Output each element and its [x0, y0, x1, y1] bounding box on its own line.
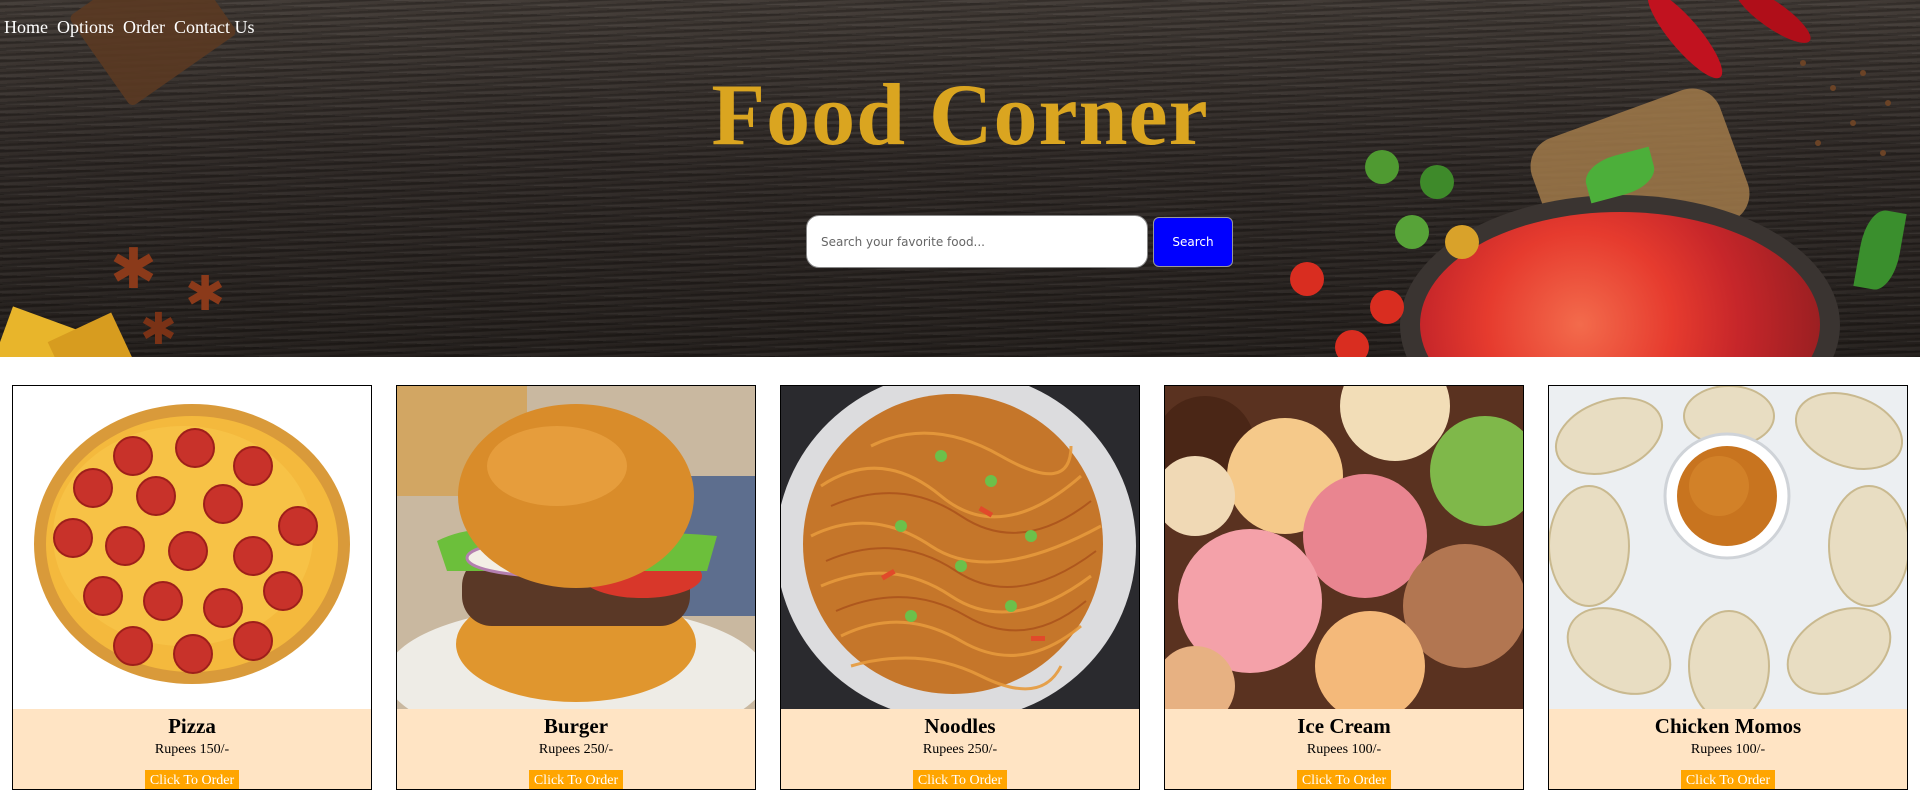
pizza-image [13, 386, 371, 709]
food-name: Chicken Momos [1654, 714, 1802, 738]
food-card-burger: Burger Rupees 250/- Click To Order [396, 385, 756, 790]
ice-cream-image [1165, 386, 1523, 709]
order-button[interactable]: Click To Order [1680, 770, 1776, 789]
momos-image [1549, 386, 1907, 709]
food-price: Rupees 100/- [1690, 742, 1766, 757]
order-button[interactable]: Click To Order [528, 770, 624, 789]
food-price: Rupees 250/- [922, 742, 998, 757]
food-name: Ice Cream [1297, 714, 1391, 738]
noodles-image [781, 386, 1139, 709]
tomato-decoration [1395, 215, 1429, 249]
burger-image [397, 386, 755, 709]
tomato-decoration [1420, 165, 1454, 199]
order-button[interactable]: Click To Order [144, 770, 240, 789]
food-name: Pizza [168, 714, 216, 738]
tomato-decoration [1370, 290, 1404, 324]
nav-options-link[interactable]: Options [57, 17, 114, 38]
food-price: Rupees 100/- [1306, 742, 1382, 757]
nav-home-link[interactable]: Home [4, 17, 48, 38]
food-price: Rupees 250/- [538, 742, 614, 757]
basil-leaf-decoration [1853, 207, 1907, 293]
card-info: Burger Rupees 250/- Click To Order [397, 709, 755, 789]
search-input[interactable] [806, 215, 1148, 268]
top-nav: Home Options Order Contact Us [4, 17, 255, 38]
star-anise-decoration: ✱ [185, 268, 226, 321]
food-name: Noodles [924, 714, 996, 738]
tomato-decoration [1445, 225, 1479, 259]
tomato-decoration [1290, 262, 1324, 296]
food-card-chicken-momos: Chicken Momos Rupees 100/- Click To Orde… [1548, 385, 1908, 790]
card-info: Noodles Rupees 250/- Click To Order [781, 709, 1139, 789]
star-anise-decoration: ✱ [140, 305, 177, 354]
card-info: Chicken Momos Rupees 100/- Click To Orde… [1549, 709, 1907, 789]
chili-decoration [1728, 0, 1818, 52]
star-anise-decoration: ✱ [110, 239, 157, 301]
site-title: Food Corner [711, 67, 1209, 164]
order-button[interactable]: Click To Order [1296, 770, 1392, 789]
tomato-decoration [1335, 330, 1369, 357]
search-button[interactable]: Search [1153, 217, 1233, 267]
card-info: Pizza Rupees 150/- Click To Order [13, 709, 371, 789]
cheese-decoration [47, 312, 133, 357]
nav-order-link[interactable]: Order [123, 17, 165, 38]
search-bar: Search [806, 215, 1233, 268]
card-info: Ice Cream Rupees 100/- Click To Order [1165, 709, 1523, 789]
order-button[interactable]: Click To Order [912, 770, 1008, 789]
nav-contact-link[interactable]: Contact Us [174, 17, 255, 38]
peppercorn-decoration [1800, 60, 1806, 66]
hero-banner: ✱ ✱ ✱ Home Options Order Contact Us Food… [0, 0, 1920, 357]
food-card-pizza: Pizza Rupees 150/- Click To Order [12, 385, 372, 790]
food-name: Burger [543, 714, 609, 738]
food-card-ice-cream: Ice Cream Rupees 100/- Click To Order [1164, 385, 1524, 790]
food-card-noodles: Noodles Rupees 250/- Click To Order [780, 385, 1140, 790]
food-price: Rupees 150/- [154, 742, 230, 757]
